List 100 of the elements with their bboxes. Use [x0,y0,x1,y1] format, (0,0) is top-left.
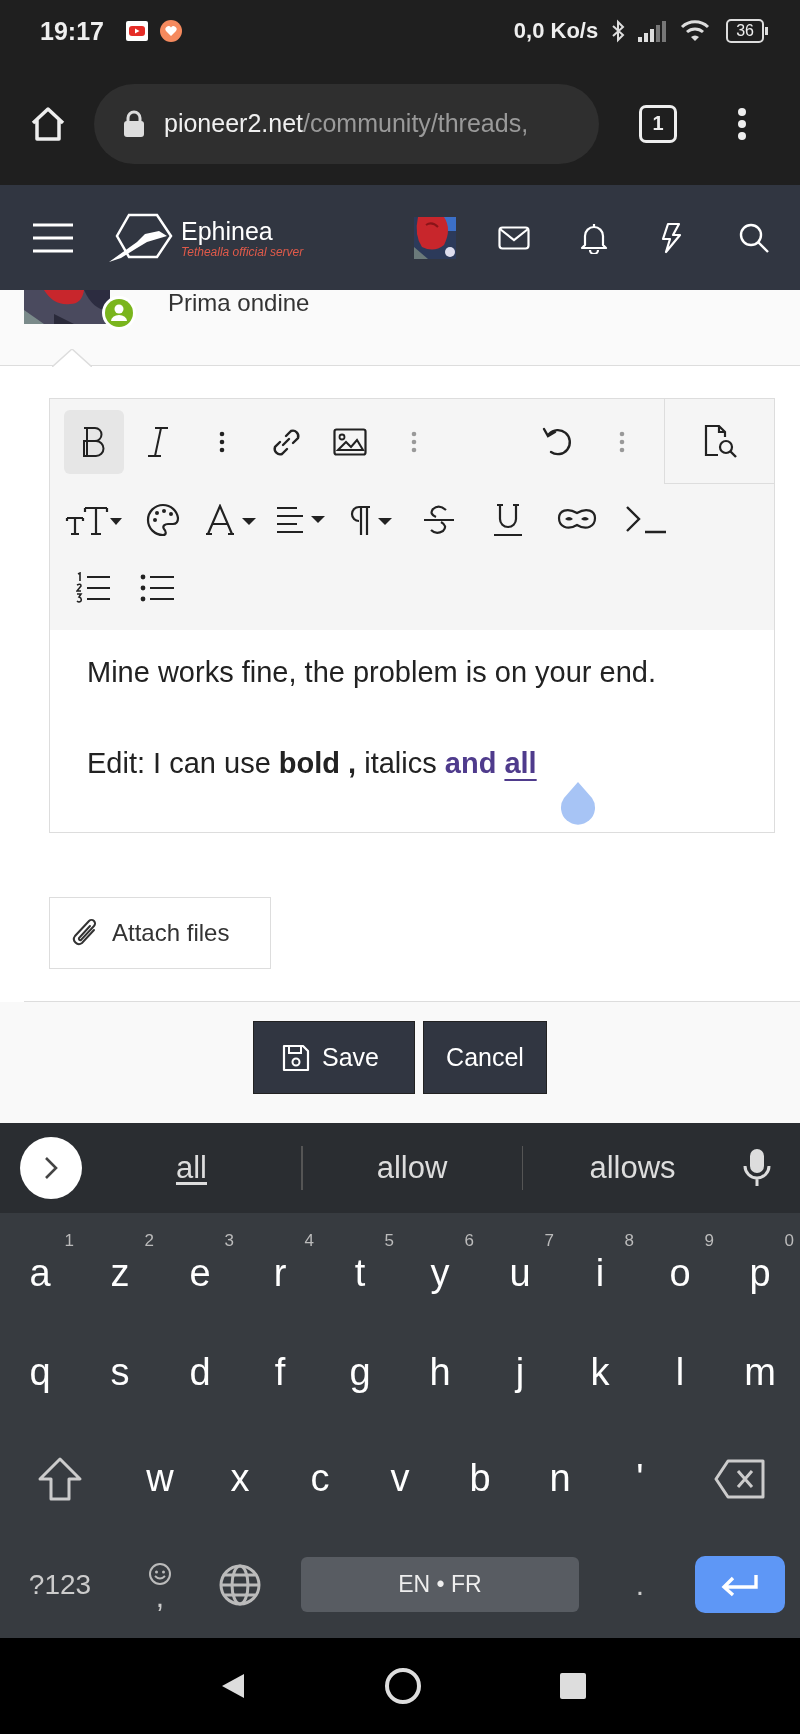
palette-icon [146,503,180,537]
heart-notification-icon [159,20,182,42]
numbered-list-icon [76,572,112,604]
back-icon[interactable] [220,1672,246,1700]
key-hint: 7 [544,1231,554,1251]
key[interactable]: s [80,1319,160,1426]
vertical-dots-icon [219,430,225,453]
key[interactable]: n [520,1425,600,1532]
suggestion[interactable]: allow [302,1150,522,1186]
wifi-icon [680,19,711,43]
key[interactable]: l [640,1319,720,1426]
signal-icon [638,20,669,42]
enter-key[interactable] [695,1556,785,1614]
key-hint: 2 [144,1231,154,1251]
key[interactable]: h [400,1319,480,1426]
chevron-right-icon [44,1156,58,1180]
tab-count-button[interactable]: 1 [639,104,677,143]
key[interactable]: u 7 [480,1213,560,1320]
font-color-icon [206,504,258,536]
search-icon[interactable] [738,221,770,254]
site-name: Ephinea [181,216,274,245]
bullet-list-icon [140,573,176,603]
paragraph: Mine works fine, the problem is on your end. [87,655,657,690]
emoji-comma-key[interactable]: , [120,1531,200,1638]
key[interactable]: z 2 [80,1213,160,1320]
url-text: pioneer2.net/community/threads, [164,109,529,138]
mask-icon [557,508,597,532]
key[interactable]: f [240,1319,320,1426]
video-app-icon [125,21,148,41]
key[interactable]: t 5 [320,1213,400,1320]
key[interactable]: k [560,1319,640,1426]
bluetooth-icon [610,19,627,43]
globe-icon[interactable] [218,1562,262,1607]
period-key[interactable]: . [600,1531,680,1638]
home-icon[interactable] [29,104,67,143]
key-hint: 6 [464,1231,474,1251]
key-hint: 0 [784,1231,794,1251]
author-name: Prima ondine [168,290,310,316]
backspace-key-icon[interactable] [714,1458,766,1499]
shift-key-icon[interactable] [37,1455,83,1502]
key[interactable]: e 3 [160,1213,240,1320]
italic-icon [147,425,169,458]
clock: 19:17 [40,16,104,46]
key[interactable]: y 6 [400,1213,480,1320]
align-left-icon [275,506,327,534]
suggestion[interactable]: allows [523,1150,742,1186]
return-arrow-icon [720,1572,760,1597]
text-size-icon [65,504,123,536]
attach-files-button[interactable]: Attach files [49,897,271,969]
key-hint: 8 [624,1231,634,1251]
underline-icon [493,503,523,537]
save-button[interactable]: Save [253,1021,415,1094]
key[interactable]: ' [600,1425,680,1532]
vertical-dots-icon [619,430,625,453]
paragraph: Edit: I can use bold , italics and all [87,746,538,781]
key[interactable]: m [720,1319,800,1426]
address-bar[interactable]: pioneer2.net/community/threads, [94,83,599,164]
symbols-key[interactable]: ?123 [0,1531,120,1638]
suggestion[interactable]: all [82,1150,301,1186]
preview-button[interactable] [664,399,774,484]
network-speed: 0,0 Ko/s [513,18,599,44]
code-icon [625,505,667,535]
bold-button[interactable] [64,409,124,474]
site-tagline: Tethealla official server [181,244,304,259]
key[interactable]: w [120,1425,200,1532]
home-button-icon[interactable] [384,1667,422,1705]
key[interactable]: i 8 [560,1213,640,1320]
bell-icon[interactable] [580,221,608,254]
key[interactable]: o 9 [640,1213,720,1320]
key[interactable]: v [360,1425,440,1532]
key-hint: 3 [224,1231,234,1251]
text-cursor-handle[interactable] [558,782,598,828]
key[interactable]: j [480,1319,560,1426]
lock-icon [123,109,145,138]
lightning-icon[interactable] [660,221,682,254]
key-hint: 4 [304,1231,314,1251]
bold-icon [81,425,107,458]
key[interactable]: q [0,1319,80,1426]
cancel-button[interactable]: Cancel [423,1021,547,1094]
key[interactable]: b [440,1425,520,1532]
smiley-icon [148,1561,172,1586]
strikethrough-icon [422,504,456,536]
key[interactable]: x [200,1425,280,1532]
key[interactable]: r 4 [240,1213,320,1320]
image-icon [333,427,367,456]
key[interactable]: d [160,1319,240,1426]
more-menu-icon[interactable] [737,106,747,141]
key-hint: 9 [704,1231,714,1251]
online-badge-icon [102,296,136,330]
key[interactable]: a 1 [0,1213,80,1320]
space-bar[interactable]: EN • FR [301,1557,579,1613]
key-hint: 1 [64,1231,74,1251]
key[interactable]: c [280,1425,360,1532]
key-hint: 5 [384,1231,394,1251]
key[interactable]: g [320,1319,400,1426]
vertical-dots-icon [411,430,417,453]
mail-icon[interactable] [498,225,530,250]
key[interactable]: p 0 [720,1213,800,1320]
microphone-icon[interactable] [742,1148,772,1188]
menu-icon[interactable] [33,222,73,253]
